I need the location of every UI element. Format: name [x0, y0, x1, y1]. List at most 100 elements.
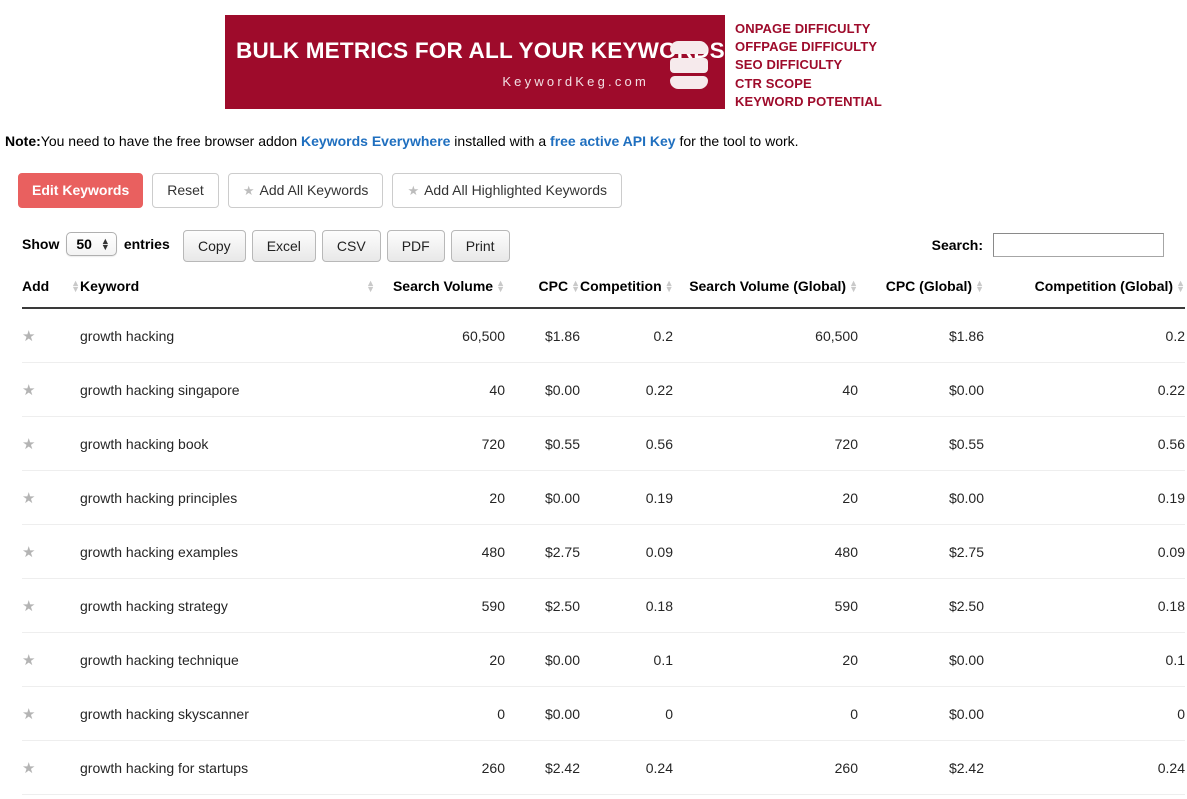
cell-competition-global: 0.19 — [984, 470, 1185, 526]
cell-competition: 0.1 — [580, 632, 673, 688]
cell-competition-global: 0.13 — [984, 794, 1185, 799]
edit-keywords-button[interactable]: Edit Keywords — [18, 173, 144, 209]
cell-keyword: growth hacking skyscanner — [80, 686, 375, 742]
cell-keyword: growth hacking principles — [80, 470, 375, 526]
column-header-competition[interactable]: Competition ▲ ▼ — [580, 278, 674, 310]
cell-search-volume-global: 590 — [673, 578, 858, 634]
star-icon[interactable]: ★ — [22, 652, 35, 669]
star-icon[interactable]: ★ — [22, 328, 35, 345]
add-all-highlighted-keywords-button[interactable]: ★ Add All Highlighted Keywords — [392, 173, 622, 209]
cell-keyword: growth hacking for startups — [80, 740, 375, 796]
keg-barrel-icon — [670, 41, 708, 89]
cell-competition-global: 0.22 — [984, 362, 1185, 418]
star-icon[interactable]: ★ — [22, 490, 35, 507]
cell-search-volume: 50 — [375, 794, 505, 799]
cell-competition-global: 0.18 — [984, 578, 1185, 634]
cell-add: ★ — [22, 740, 80, 796]
column-header-search-volume-global-label: Search Volume (Global) — [689, 278, 847, 295]
cell-keyword: growth hacking methods — [80, 794, 375, 799]
column-header-cpc-global[interactable]: CPC (Global) ▲ ▼ — [858, 278, 984, 310]
column-header-competition-global-label: Competition (Global) — [1034, 278, 1174, 295]
column-header-add[interactable]: Add ▲ ▼ — [22, 278, 80, 310]
cell-search-volume-global: 50 — [673, 794, 858, 799]
search-control: Search: — [931, 233, 1164, 258]
cell-cpc: $0.55 — [505, 416, 580, 472]
copy-button[interactable]: Copy — [183, 230, 246, 263]
cell-search-volume-global: 260 — [673, 740, 858, 796]
cell-competition-global: 0 — [984, 686, 1185, 742]
cell-cpc: $1.86 — [505, 308, 580, 364]
cell-cpc-global: $0.00 — [858, 686, 984, 742]
cell-competition: 0.13 — [580, 794, 673, 799]
excel-button[interactable]: Excel — [251, 230, 316, 263]
cell-cpc-global: $2.50 — [858, 578, 984, 634]
star-icon: ★ — [242, 183, 255, 199]
cell-competition-global: 0.09 — [984, 524, 1185, 580]
pdf-button[interactable]: PDF — [386, 230, 445, 263]
star-icon[interactable]: ★ — [22, 598, 35, 615]
banner-subtitle: KeywordKeg.com — [502, 74, 649, 89]
print-button[interactable]: Print — [450, 230, 510, 263]
column-header-cpc[interactable]: CPC ▲ ▼ — [505, 278, 580, 310]
note-text-2: installed with a — [450, 133, 551, 150]
cell-keyword: growth hacking technique — [80, 632, 375, 688]
banner-feature-item: ONPAGE DIFFICULTY — [735, 21, 871, 36]
star-icon[interactable]: ★ — [22, 382, 35, 399]
cell-cpc: $2.42 — [505, 740, 580, 796]
star-icon[interactable]: ★ — [22, 706, 35, 723]
cell-add: ★ — [22, 794, 80, 799]
star-icon: ★ — [407, 183, 420, 199]
cell-keyword: growth hacking examples — [80, 524, 375, 580]
star-icon[interactable]: ★ — [22, 436, 35, 453]
add-all-keywords-button[interactable]: ★ Add All Keywords — [227, 173, 384, 209]
banner-feature-list: ONPAGE DIFFICULTY OFFPAGE DIFFICULTY SEO… — [735, 15, 882, 111]
banner-feature-item: SEO DIFFICULTY — [735, 57, 843, 73]
entries-per-page-select[interactable]: 50 ▲ ▼ — [66, 232, 117, 257]
cell-competition: 0 — [580, 686, 673, 742]
search-input[interactable] — [993, 233, 1164, 258]
cell-competition: 0.22 — [580, 362, 673, 418]
column-header-competition-global[interactable]: Competition (Global) ▲ ▼ — [984, 278, 1185, 310]
entries-label: entries — [123, 236, 170, 253]
cell-competition: 0.09 — [580, 524, 673, 580]
header-banner-area: BULK METRICS FOR ALL YOUR KEYWORDS Keywo… — [0, 0, 1187, 111]
cell-search-volume-global: 60,500 — [673, 308, 858, 364]
cell-competition-global: 0.24 — [984, 740, 1185, 796]
note-text: Note:You need to have the free browser a… — [5, 131, 1187, 151]
reset-button[interactable]: Reset — [152, 173, 219, 209]
sort-arrows-icon: ▲ ▼ — [1176, 278, 1185, 295]
table-header-row: Add ▲ ▼ Keyword ▲ ▼ Search Volume ▲ ▼ CPC ▲ ▼ Co… — [22, 278, 1185, 310]
cell-cpc-global: $1.86 — [858, 308, 984, 364]
cell-search-volume: 20 — [375, 632, 505, 688]
table-row: ★ growth hacking 60,500 $1.86 0.2 60,500 $1.86… — [22, 308, 1185, 364]
cell-add: ★ — [22, 524, 80, 580]
cell-competition: 0.24 — [580, 740, 673, 796]
cell-keyword: growth hacking book — [80, 416, 375, 472]
stepper-arrows-icon: ▲ ▼ — [100, 236, 110, 253]
star-icon[interactable]: ★ — [22, 760, 35, 777]
banner-feature-item: OFFPAGE DIFFICULTY — [735, 39, 878, 55]
add-all-highlighted-keywords-label: Add All Highlighted Keywords — [424, 182, 607, 199]
csv-button[interactable]: CSV — [321, 230, 381, 263]
cell-search-volume-global: 720 — [673, 416, 858, 472]
column-header-search-volume[interactable]: Search Volume ▲ ▼ — [375, 278, 505, 310]
column-header-keyword[interactable]: Keyword ▲ ▼ — [80, 278, 375, 310]
table-row: ★ growth hacking skyscanner 0 $0.00 0 0 $0.00 0 — [22, 686, 1185, 742]
cell-add: ★ — [22, 362, 80, 418]
star-icon[interactable]: ★ — [22, 544, 35, 561]
api-key-link[interactable]: free active API Key — [550, 133, 676, 149]
cell-competition: 0.19 — [580, 470, 673, 526]
banner-title: BULK METRICS FOR ALL YOUR KEYWORDS — [236, 38, 725, 63]
table-row: ★ growth hacking examples 480 $2.75 0.09 480 $… — [22, 524, 1185, 580]
keywords-everywhere-link[interactable]: Keywords Everywhere — [301, 133, 450, 149]
cell-search-volume: 260 — [375, 740, 505, 796]
table-row: ★ growth hacking book 720 $0.55 0.56 720 $0.55… — [22, 416, 1185, 472]
column-header-search-volume-global[interactable]: Search Volume (Global) ▲ ▼ — [673, 278, 858, 310]
promo-banner: BULK METRICS FOR ALL YOUR KEYWORDS Keywo… — [225, 15, 725, 109]
cell-cpc-global: $0.00 — [858, 362, 984, 418]
search-label: Search: — [931, 237, 983, 254]
cell-search-volume: 0 — [375, 686, 505, 742]
table-row: ★growth hacking methods50$0.000.1350$0.0… — [22, 794, 1185, 799]
sort-arrows-icon: ▲ ▼ — [366, 278, 375, 295]
cell-search-volume: 720 — [375, 416, 505, 472]
